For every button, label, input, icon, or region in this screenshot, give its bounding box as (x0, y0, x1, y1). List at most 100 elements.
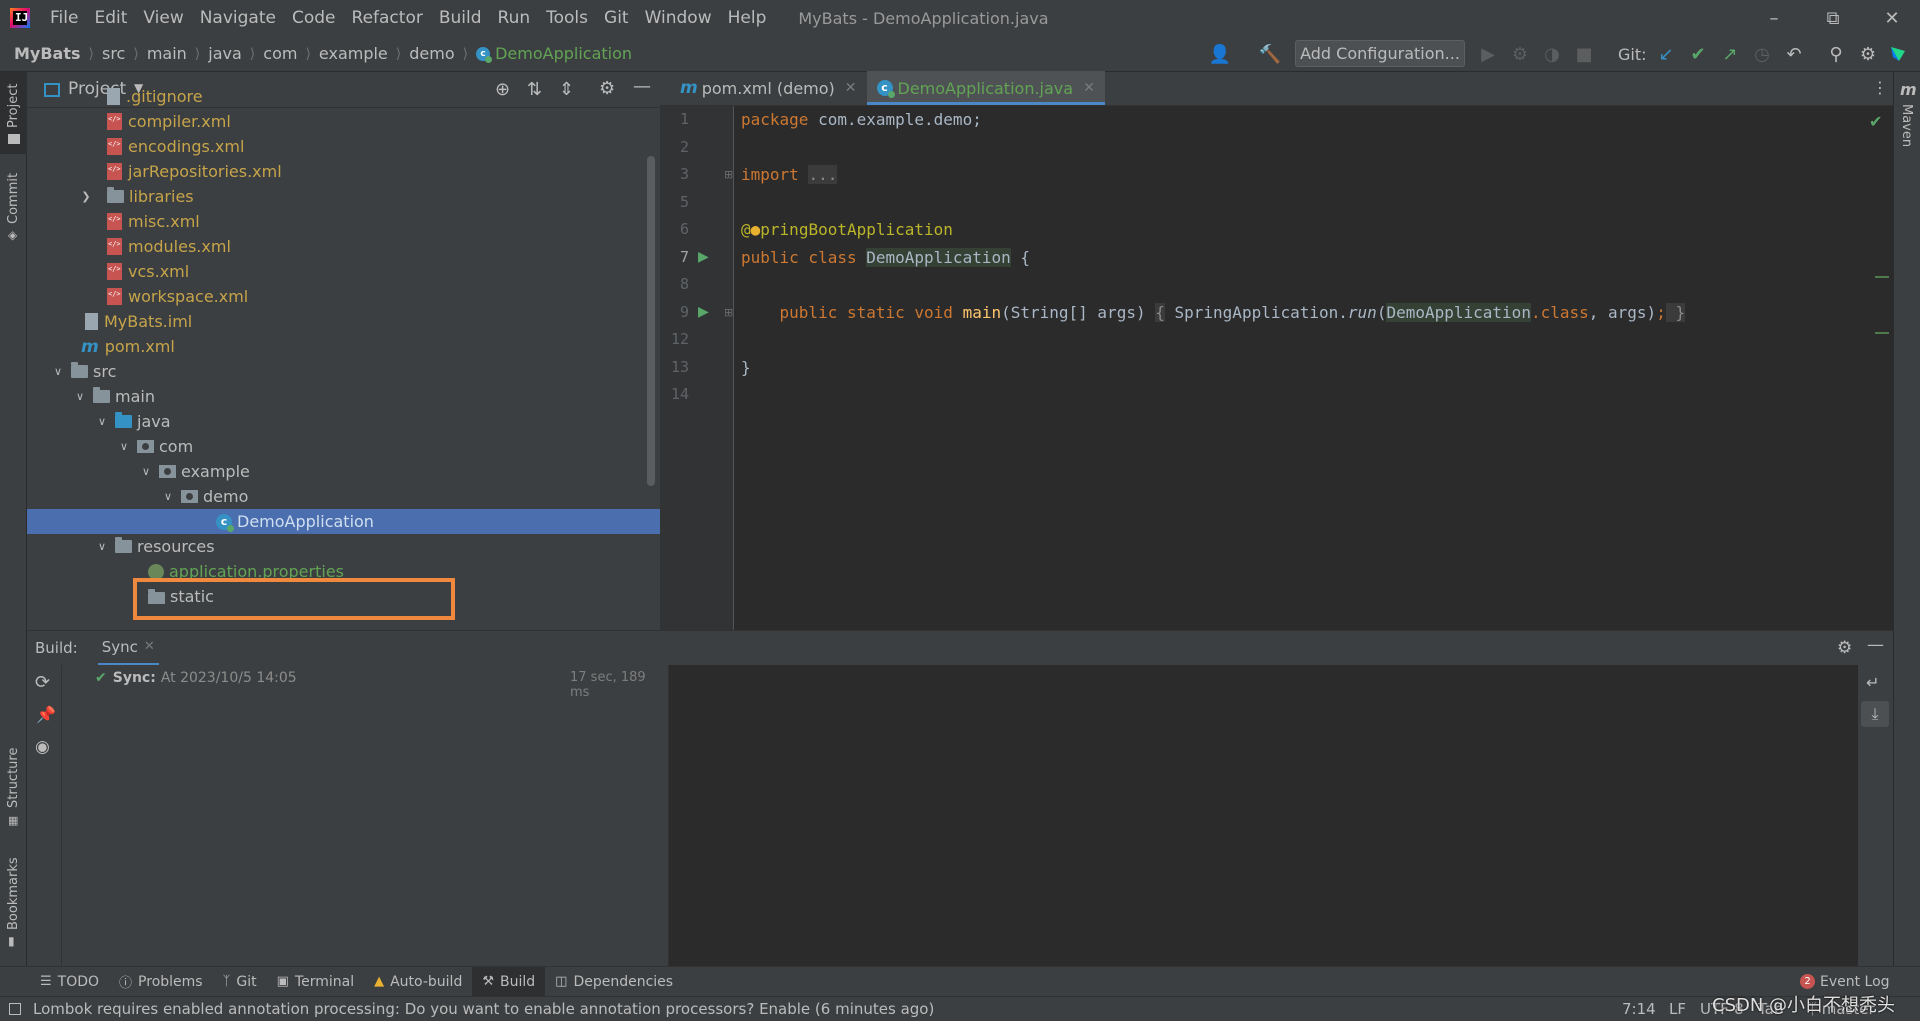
breadcrumb-src[interactable]: src (102, 44, 125, 63)
breadcrumb-demo[interactable]: demo (409, 44, 454, 63)
folded-imports[interactable]: ... (808, 165, 838, 184)
fold-icon[interactable]: ⊞ (724, 168, 733, 181)
breadcrumb-main[interactable]: main (147, 44, 187, 63)
coverage-icon[interactable]: ◑ (1540, 42, 1564, 66)
menu-git[interactable]: Git (596, 0, 637, 36)
breadcrumb-com[interactable]: com (263, 44, 297, 63)
restore-icon[interactable]: ⧉ (1805, 0, 1861, 36)
project-tool-tab[interactable]: Project (0, 72, 27, 154)
tree-item-mybats-iml[interactable]: MyBats.iml (27, 309, 660, 334)
no-problems-check-icon[interactable]: ✔ (1869, 112, 1882, 131)
menu-help[interactable]: Help (720, 0, 775, 36)
chevron-down-icon[interactable]: ∨ (161, 490, 175, 503)
chevron-down-icon[interactable]: ∨ (139, 465, 153, 478)
menu-navigate[interactable]: Navigate (192, 0, 284, 36)
more-tabs-icon[interactable]: ⋮ (1872, 78, 1888, 97)
breadcrumb-class[interactable]: DemoApplication (495, 44, 632, 63)
soft-wrap-icon[interactable]: ↵ (1866, 673, 1879, 692)
menu-tools[interactable]: Tools (538, 0, 596, 36)
menu-view[interactable]: View (135, 0, 191, 36)
add-configuration-button[interactable]: Add Configuration... (1295, 40, 1465, 67)
bookmarks-tool-tab[interactable]: Bookmarks ▮ (0, 850, 27, 948)
close-tab-icon[interactable]: ✕ (1083, 80, 1095, 96)
user-icon[interactable]: 👤 (1208, 42, 1232, 66)
lightbulb-icon[interactable]: ● (751, 220, 761, 239)
code-editor[interactable]: package com.example.demo; import ... @●p… (735, 106, 1893, 630)
chevron-down-icon[interactable]: ∨ (95, 540, 109, 553)
sync-result-row[interactable]: ✔ Sync: At 2023/10/5 14:05 (95, 667, 297, 689)
tree-item-demo[interactable]: ∨ demo (27, 484, 660, 509)
tree-item-src[interactable]: ∨ src (27, 359, 660, 384)
close-tab-icon[interactable]: ✕ (144, 639, 155, 654)
build-hammer-icon[interactable]: 🔨 (1258, 42, 1282, 66)
close-tab-icon[interactable]: ✕ (845, 80, 857, 96)
search-icon[interactable]: ⚲ (1824, 42, 1848, 66)
hide-panel-icon[interactable]: — (1867, 635, 1884, 655)
tree-item-java[interactable]: ∨ java (27, 409, 660, 434)
tool-build[interactable]: ⚒ Build (472, 966, 546, 997)
stop-icon[interactable]: ■ (1572, 42, 1596, 66)
tree-item-modules-xml[interactable]: modules.xml (27, 234, 660, 259)
jetbrains-toolbox-icon[interactable] (1886, 42, 1910, 66)
scroll-to-end-icon[interactable]: ⤓ (1861, 701, 1889, 727)
menu-build[interactable]: Build (431, 0, 490, 36)
chevron-down-icon[interactable]: ∨ (51, 365, 65, 378)
settings-gear-icon[interactable]: ⚙ (1856, 42, 1880, 66)
tree-item-libraries[interactable]: ❯ libraries (27, 184, 660, 209)
chevron-right-icon[interactable]: ❯ (79, 190, 93, 203)
status-message[interactable]: Lombok requires enabled annotation proce… (33, 1000, 934, 1018)
caret-position[interactable]: 7:14 (1622, 1000, 1656, 1018)
minimize-icon[interactable]: – (1746, 0, 1802, 36)
menu-file[interactable]: File (42, 0, 86, 36)
fold-icon[interactable]: ⊞ (724, 306, 733, 319)
tab-demoapplication-java[interactable]: c DemoApplication.java ✕ (866, 71, 1106, 105)
git-commit-icon[interactable]: ✔ (1686, 42, 1710, 66)
tree-item-jarrepositories-xml[interactable]: jarRepositories.xml (27, 159, 660, 184)
menu-refactor[interactable]: Refactor (344, 0, 431, 36)
tree-item-compiler-xml[interactable]: compiler.xml (27, 109, 660, 134)
menu-run[interactable]: Run (490, 0, 539, 36)
line-separator[interactable]: LF (1669, 1000, 1686, 1018)
git-update-icon[interactable]: ↙ (1654, 42, 1678, 66)
tool-problems[interactable]: ⓘ Problems (109, 967, 213, 997)
tree-item-vcs-xml[interactable]: vcs.xml (27, 259, 660, 284)
run-icon[interactable]: ▶ (1476, 42, 1500, 66)
breadcrumb-java[interactable]: java (208, 44, 242, 63)
tree-item-gitignore[interactable]: .gitignore (27, 84, 660, 109)
tool-auto-build[interactable]: ▲ Auto-build (364, 967, 472, 997)
debug-icon[interactable]: ⚙ (1508, 42, 1532, 66)
close-icon[interactable]: ✕ (1864, 0, 1920, 36)
run-gutter-icon[interactable]: ▶ (698, 304, 709, 320)
tab-pom-xml[interactable]: m pom.xml (demo) ✕ (670, 71, 867, 105)
toggle-tool-windows-icon[interactable] (9, 1003, 21, 1015)
chevron-down-icon[interactable]: ∨ (95, 415, 109, 428)
tree-item-misc-xml[interactable]: misc.xml (27, 209, 660, 234)
tree-item-main[interactable]: ∨ main (27, 384, 660, 409)
tree-item-pom-xml[interactable]: m pom.xml (27, 334, 660, 359)
git-rollback-icon[interactable]: ↶ (1782, 42, 1806, 66)
menu-window[interactable]: Window (637, 0, 720, 36)
project-scrollbar[interactable] (647, 156, 655, 486)
git-history-icon[interactable]: ◷ (1750, 42, 1774, 66)
build-console[interactable] (668, 665, 1858, 966)
tool-dependencies[interactable]: ◫ Dependencies (545, 967, 683, 997)
tree-item-encodings-xml[interactable]: encodings.xml (27, 134, 660, 159)
refresh-icon[interactable]: ⟳ (35, 672, 50, 693)
menu-edit[interactable]: Edit (86, 0, 135, 36)
menu-code[interactable]: Code (284, 0, 344, 36)
git-push-icon[interactable]: ↗ (1718, 42, 1742, 66)
tree-item-resources[interactable]: ∨ resources (27, 534, 660, 559)
structure-tool-tab[interactable]: Structure ▦ (0, 742, 27, 832)
chevron-down-icon[interactable]: ∨ (73, 390, 87, 403)
gear-icon[interactable]: ⚙ (1837, 638, 1852, 658)
tool-terminal[interactable]: ▣ Terminal (267, 967, 364, 997)
tool-todo[interactable]: ☰ TODO (30, 967, 109, 997)
breadcrumb-example[interactable]: example (319, 44, 388, 63)
tree-item-com[interactable]: ∨ com (27, 434, 660, 459)
tree-item-demoapplication[interactable]: c DemoApplication (27, 509, 660, 534)
pin-icon[interactable]: 📌 (36, 705, 56, 724)
tab-sync[interactable]: Sync ✕ (97, 631, 159, 666)
eye-icon[interactable]: ◉ (35, 737, 50, 757)
maven-tool-tab[interactable]: m Maven (1894, 72, 1920, 152)
tool-git[interactable]: ᛉ Git (213, 967, 267, 997)
